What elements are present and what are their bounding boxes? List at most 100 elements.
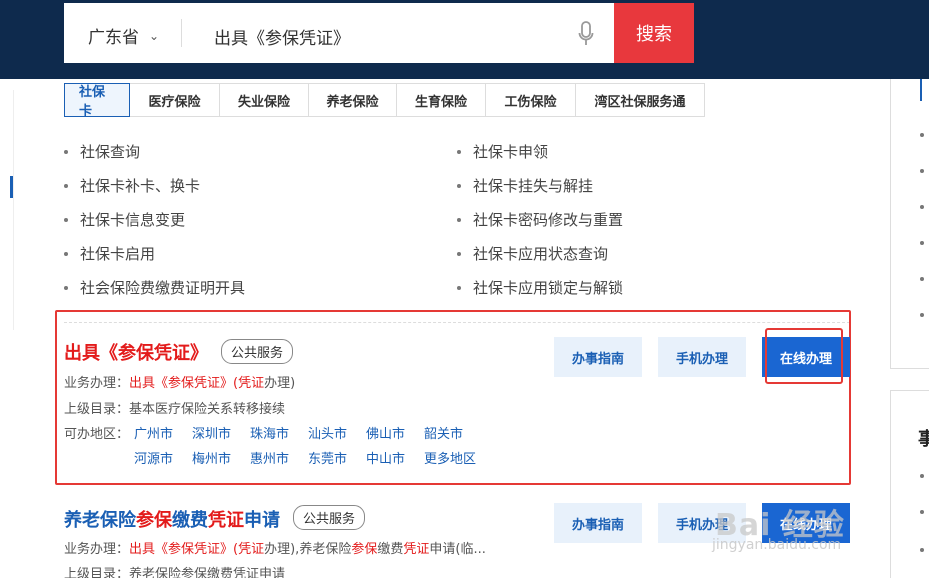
business-text: 办理) <box>264 376 296 391</box>
tab-pension-insurance[interactable]: 养老保险 <box>309 84 397 116</box>
list-item-label: 社保卡挂失与解挂 <box>473 177 594 195</box>
search-input[interactable]: 出具《参保凭证》 <box>214 24 350 49</box>
region-link[interactable]: 汕头市 <box>308 423 347 442</box>
list-item[interactable]: 社保卡信息变更 <box>64 209 185 230</box>
chevron-down-icon: ⌄ <box>149 28 160 43</box>
list-item-label: 社保卡应用锁定与解锁 <box>473 279 624 297</box>
region-link[interactable]: 广州市 <box>134 423 173 442</box>
mobile-handle-button[interactable]: 手机办理 <box>658 337 746 377</box>
left-divider <box>13 90 14 330</box>
category-tabs: 社保卡 医疗保险 失业保险 养老保险 生育保险 工伤保险 湾区社保服务通 <box>64 83 705 119</box>
online-button-highlight <box>765 328 843 384</box>
list-item-label: 社保卡应用状态查询 <box>473 245 609 263</box>
guide-button[interactable]: 办事指南 <box>554 337 642 377</box>
watermark-url: jingyan.baidu.com <box>712 537 842 553</box>
tab-injury-insurance[interactable]: 工伤保险 <box>486 84 576 116</box>
region-link[interactable]: 东莞市 <box>308 448 347 467</box>
region-link[interactable]: 惠州市 <box>250 448 289 467</box>
business-keyword: 凭证 <box>403 542 430 557</box>
province-label: 广东省 <box>88 28 139 48</box>
business-text: 办理),养老保险 <box>264 542 352 557</box>
more-regions-link[interactable]: 更多地区 <box>424 448 476 467</box>
bullet-icon <box>64 251 68 256</box>
list-item-label: 社保卡补卡、换卡 <box>80 177 201 195</box>
list-item-label: 社保卡申领 <box>473 143 549 161</box>
bullet-icon <box>920 169 924 173</box>
region-link[interactable]: 梅州市 <box>192 448 231 467</box>
title-text: 缴费 <box>172 510 208 531</box>
list-item[interactable]: 社保卡密码修改与重置 <box>457 209 623 230</box>
tab-social-card[interactable]: 社保卡 <box>64 83 130 119</box>
region-label: 可办地区： <box>64 427 130 442</box>
list-item-label: 社保卡密码修改与重置 <box>473 211 624 229</box>
region-link[interactable]: 韶关市 <box>424 423 463 442</box>
list-item[interactable]: 社保卡应用锁定与解锁 <box>457 277 623 298</box>
result-title[interactable]: 出具《参保凭证》 <box>64 339 208 365</box>
business-label: 业务办理： <box>64 376 130 391</box>
search-divider <box>181 19 182 47</box>
result-title[interactable]: 养老保险参保缴费凭证申请 <box>64 506 280 532</box>
business-label: 业务办理： <box>64 542 130 557</box>
bullet-icon <box>920 205 924 209</box>
catalog-info: 上级目录：养老保险参保缴费凭证申请 <box>64 567 286 578</box>
bullet-icon <box>920 277 924 281</box>
bullet-icon <box>457 149 461 154</box>
search-box[interactable]: 广东省 ⌄ 出具《参保凭证》 <box>64 3 614 63</box>
right-sidebar-panel <box>890 79 929 369</box>
title-keyword: 凭证 <box>208 510 244 531</box>
business-keyword: 凭证 <box>238 376 265 391</box>
tab-medical-insurance[interactable]: 医疗保险 <box>130 84 220 116</box>
tab-maternity-insurance[interactable]: 生育保险 <box>397 84 486 116</box>
region-link[interactable]: 深圳市 <box>192 423 231 442</box>
right-sidebar-tab-indicator <box>920 79 929 101</box>
microphone-icon[interactable] <box>578 21 594 47</box>
guide-button[interactable]: 办事指南 <box>554 503 642 543</box>
bullet-icon <box>64 285 68 290</box>
bullet-icon <box>64 183 68 188</box>
list-item[interactable]: 社会保险费缴费证明开具 <box>64 277 245 298</box>
bullet-icon <box>64 217 68 222</box>
list-item[interactable]: 社保卡应用状态查询 <box>457 243 608 264</box>
service-type-badge: 公共服务 <box>221 339 294 364</box>
list-item[interactable]: 社保卡启用 <box>64 243 155 264</box>
bullet-icon <box>457 251 461 256</box>
business-keyword: 出具《参保凭证》( <box>129 542 239 557</box>
bullet-icon <box>920 474 924 478</box>
bullet-icon <box>64 149 68 154</box>
list-item[interactable]: 社保查询 <box>64 141 140 162</box>
catalog-info: 上级目录：基本医疗保险关系转移接续 <box>64 402 286 417</box>
business-keyword: 参保 <box>351 542 378 557</box>
service-type-badge: 公共服务 <box>293 505 366 530</box>
bullet-icon <box>457 183 461 188</box>
list-item[interactable]: 社保卡申领 <box>457 141 548 162</box>
region-link[interactable]: 佛山市 <box>366 423 405 442</box>
left-active-indicator <box>10 176 13 198</box>
tab-bay-area-service[interactable]: 湾区社保服务通 <box>576 84 704 116</box>
tab-unemployment-insurance[interactable]: 失业保险 <box>220 84 309 116</box>
list-item[interactable]: 社保卡挂失与解挂 <box>457 175 593 196</box>
bullet-icon <box>920 133 924 137</box>
province-selector[interactable]: 广东省 ⌄ <box>88 23 159 48</box>
list-item[interactable]: 社保卡补卡、换卡 <box>64 175 200 196</box>
bullet-icon <box>457 285 461 290</box>
bullet-icon <box>920 548 924 552</box>
title-text: 养老保险 <box>64 510 136 531</box>
bullet-icon <box>457 217 461 222</box>
region-link[interactable]: 河源市 <box>134 448 173 467</box>
business-info: 业务办理：出具《参保凭证》(凭证办理) <box>64 372 295 391</box>
business-keyword: 凭证 <box>238 542 265 557</box>
list-item-label: 社保卡启用 <box>80 245 156 263</box>
region-link[interactable]: 中山市 <box>366 448 405 467</box>
title-keyword: 参保 <box>136 510 172 531</box>
list-item-label: 社会保险费缴费证明开具 <box>80 279 246 297</box>
bullet-icon <box>920 510 924 514</box>
list-item-label: 社保查询 <box>80 143 141 161</box>
bullet-icon <box>920 241 924 245</box>
business-text: 缴费 <box>377 542 404 557</box>
title-keyword: 《参保凭证》 <box>100 343 208 364</box>
title-text: 申请 <box>244 510 280 531</box>
search-button[interactable]: 搜索 <box>614 3 694 63</box>
region-link[interactable]: 珠海市 <box>250 423 289 442</box>
business-text: 申请(临... <box>429 542 486 557</box>
title-keyword: 出具 <box>64 343 100 364</box>
